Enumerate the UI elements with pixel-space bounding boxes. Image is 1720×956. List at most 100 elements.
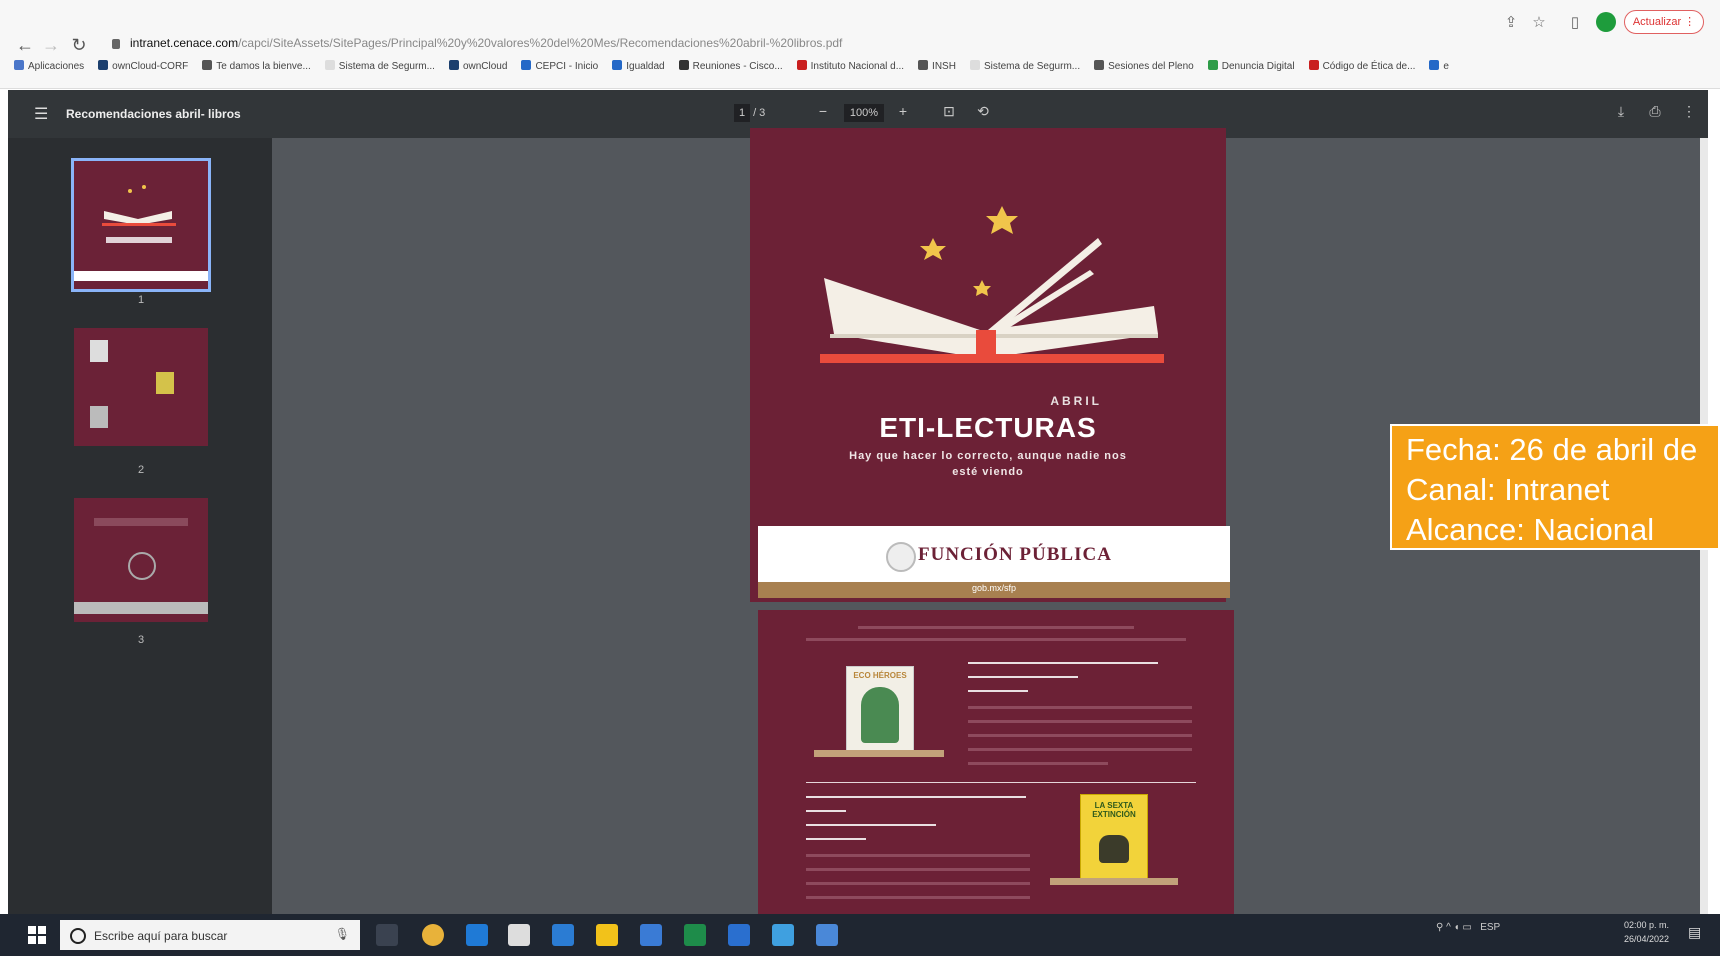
chrome-icon[interactable] [422,924,444,946]
zoom-in-icon[interactable]: + [894,103,912,119]
profile-avatar[interactable] [1596,12,1616,32]
zoom-out-icon[interactable]: − [814,103,832,119]
bookmark-label: Instituto Nacional d... [810,61,905,72]
bookmark-item[interactable]: Igualdad [612,60,665,72]
bookmark-item[interactable]: Denuncia Digital [1207,60,1295,72]
bookmark-item[interactable]: Te damos la bienve... [202,60,311,72]
bookmark-favicon-icon [448,60,459,70]
info-channel: Canal: Intranet [1406,472,1610,507]
info-date: Fecha: 26 de abril de [1406,432,1698,467]
system-tray[interactable]: ⚲ ^ ◖ ▭ ESP [1436,922,1500,933]
bookmark-label: e [1443,61,1449,72]
bookmark-item[interactable]: Sistema de Segurm... [324,60,435,72]
bookmark-label: Igualdad [626,61,665,72]
thumbnail-page-3[interactable] [74,498,208,622]
bookmark-item[interactable]: Sesiones del Pleno [1094,60,1194,72]
bookmark-favicon-icon [969,60,980,70]
task-view-icon[interactable] [376,924,398,946]
language-indicator[interactable]: ESP [1480,922,1500,933]
page-indicator: 1 / 3 [734,104,765,122]
print-icon[interactable]: ⎙ [1646,103,1664,120]
bookmarks-bar: Aplicaciones ownCloud-CORF Te damos la bie… [14,60,1714,82]
edge-icon[interactable] [466,924,488,946]
update-button[interactable]: Actualizar ⋮ [1624,10,1704,34]
taskbar: Escribe aquí para buscar 🎙 ⚲ ^ ◖ ▭ ESP 0… [0,914,1720,956]
taskbar-search-box[interactable]: Escribe aquí para buscar 🎙 [60,920,360,950]
word-icon[interactable] [728,924,750,946]
download-icon[interactable]: ⤓ [1612,103,1630,120]
bookmark-label: Te damos la bienve... [216,61,311,72]
search-placeholder: Escribe aquí para buscar [94,929,228,943]
store-icon[interactable] [508,924,530,946]
section-divider [806,782,1196,783]
social-band: gob.mx/sfp [758,582,1230,598]
fit-page-icon[interactable]: ⊡ [940,103,958,120]
document-title: Recomendaciones abril- libros [66,107,241,121]
back-arrow-icon[interactable]: ← [14,34,36,56]
book-cover-1: ECO HÉROES [846,666,914,754]
bookmark-item[interactable]: ownCloud [448,60,508,72]
bookmark-item[interactable]: CEPCI - Inicio [521,60,598,72]
notifications-icon[interactable]: ▤ [1688,924,1701,941]
thumbnail-sidebar: 1 2 3 [8,138,272,914]
file-explorer-icon[interactable] [596,924,618,946]
government-seal-icon [886,542,916,572]
user-app-icon[interactable] [640,924,662,946]
teams-icon[interactable] [816,924,838,946]
rotate-icon[interactable]: ⟲ [974,103,992,120]
sidebar-panel-icon[interactable]: ▯ [1566,14,1584,32]
page-total: / 3 [753,107,766,119]
open-book-illustration [820,206,1164,363]
social-handle: gob.mx/sfp [971,583,1017,593]
windows-start-icon[interactable] [28,926,46,944]
bookmark-item[interactable]: Reuniones - Cisco... [678,60,783,72]
more-options-icon[interactable]: ⋮ [1680,103,1698,120]
bookmark-label: Reuniones - Cisco... [692,61,783,72]
update-button-label: Actualizar [1632,16,1682,28]
thumbnail-label-1: 1 [137,294,145,306]
menu-icon[interactable]: ☰ [34,104,48,124]
page1-heading: ETI-LECTURAS [879,412,1097,443]
bookmark-label: Sistema de Segurm... [338,61,435,72]
bookmark-item[interactable]: e [1429,60,1449,72]
bookmark-favicon-icon [202,60,213,70]
page-number-input[interactable]: 1 [734,104,750,122]
clock[interactable]: 02:00 p. m. 26/04/2022 [1624,918,1669,946]
address-bar[interactable]: intranet.cenace.com/capci/SiteAssets/Sit… [130,36,890,50]
brand-band: FUNCIÓN PÚBLICA [758,526,1230,582]
bookmark-favicon-icon [1207,60,1218,70]
thumbnail-page-2[interactable] [74,328,208,446]
info-annotation-box: Fecha: 26 de abril de Canal: Intranet Al… [1390,424,1720,550]
folder-app-icon[interactable] [772,924,794,946]
bookmark-item[interactable]: INSH [918,60,956,72]
bookmark-label: INSH [932,61,956,72]
reload-icon[interactable]: ↻ [68,34,90,56]
bookmark-label: ownCloud-CORF [112,61,189,72]
pdf-page-1: ABRIL ETI-LECTURAS Hay que hacer lo corr… [750,128,1230,602]
zoom-input[interactable]: 100% [844,104,884,122]
clock-time: 02:00 p. m. [1624,920,1670,930]
star-icon[interactable]: ☆ [1530,14,1548,32]
bookmark-item[interactable]: ownCloud-CORF [98,60,188,72]
bookmark-favicon-icon [1429,60,1440,70]
microphone-icon[interactable]: 🎙 [335,927,350,941]
bookmark-favicon-icon [612,60,623,70]
bookmark-label: Aplicaciones [28,61,85,72]
book2-title: LA SEXTA EXTINCIÓN [1092,801,1136,819]
forward-arrow-icon[interactable]: → [40,34,62,56]
share-icon[interactable]: ⇪ [1502,14,1520,32]
thumbnail-page-1[interactable] [71,158,211,292]
bookmark-label: ownCloud [462,61,508,72]
bookmark-item[interactable]: Sistema de Segurm... [969,60,1081,72]
excel-icon[interactable] [684,924,706,946]
bookmark-label: Sistema de Segurm... [983,61,1081,72]
book1-title: ECO HÉROES [853,671,907,680]
brand-text: FUNCIÓN PÚBLICA [918,544,1112,565]
mail-icon[interactable] [552,924,574,946]
bookmark-favicon-icon [1308,60,1319,70]
info-scope: Alcance: Nacional [1406,512,1655,547]
bookmark-item[interactable]: Código de Ética de... [1308,60,1415,72]
browser-chrome: ← → ↻ intranet.cenace.com/capci/SiteAsse… [0,0,1720,89]
bookmark-item[interactable]: Instituto Nacional d... [796,60,905,72]
bookmark-item[interactable]: Aplicaciones [14,60,84,72]
